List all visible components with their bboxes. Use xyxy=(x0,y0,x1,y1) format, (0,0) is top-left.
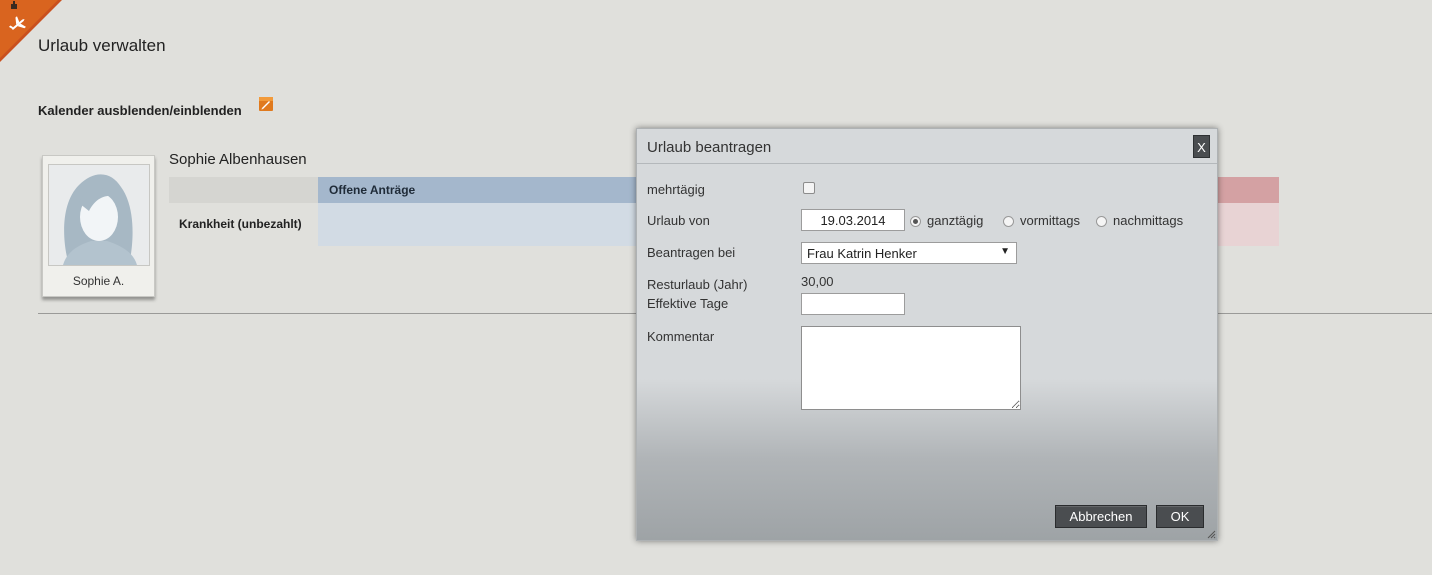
ok-button[interactable]: OK xyxy=(1156,505,1204,528)
effective-days-label: Effektive Tage xyxy=(647,296,729,311)
dialog-title: Urlaub beantragen xyxy=(647,139,772,156)
full-day-label: ganztägig xyxy=(927,213,984,228)
cancel-button[interactable]: Abbrechen xyxy=(1055,505,1147,528)
chevron-down-icon: ▼ xyxy=(1000,246,1010,257)
edit-icon[interactable] xyxy=(258,96,274,112)
multi-day-label: mehrtägig xyxy=(647,182,705,197)
page-title: Urlaub verwalten xyxy=(38,36,166,55)
full-day-radio[interactable] xyxy=(910,216,921,227)
column-header-open-requests: Offene Anträge xyxy=(318,177,636,203)
request-to-label: Beantragen bei xyxy=(647,245,736,260)
remaining-value: 30,00 xyxy=(801,274,834,289)
dialog-header[interactable]: Urlaub beantragen X xyxy=(637,129,1217,164)
morning-label: vormittags xyxy=(1020,213,1080,228)
multi-day-checkbox[interactable] xyxy=(803,182,815,194)
comment-textarea[interactable] xyxy=(801,326,1021,410)
toggle-calendar-link[interactable]: Kalender ausblenden/einblenden xyxy=(38,103,242,118)
employee-name: Sophie Albenhausen xyxy=(169,151,307,168)
afternoon-radio[interactable] xyxy=(1096,216,1107,227)
leave-request-dialog: Urlaub beantragen X mehrtägig Urlaub von… xyxy=(636,128,1218,541)
comment-label: Kommentar xyxy=(647,329,715,344)
resize-grip-icon[interactable] xyxy=(1206,529,1216,539)
avatar xyxy=(48,164,150,266)
approver-select-value: Frau Katrin Henker xyxy=(807,246,917,261)
table-header-spacer xyxy=(169,177,318,203)
employee-card-caption: Sophie A. xyxy=(72,274,125,288)
remaining-label: Resturlaub (Jahr) xyxy=(647,277,748,292)
table-cell-open-requests xyxy=(318,203,636,246)
from-label: Urlaub von xyxy=(647,213,710,228)
afternoon-label: nachmittags xyxy=(1113,213,1184,228)
approver-select[interactable]: Frau Katrin Henker ▼ xyxy=(801,242,1017,264)
from-date-input[interactable] xyxy=(801,209,905,231)
table-cell-red xyxy=(1216,203,1279,246)
employee-card[interactable]: Sophie A. xyxy=(42,155,155,297)
morning-radio[interactable] xyxy=(1003,216,1014,227)
effective-days-input[interactable] xyxy=(801,293,905,315)
column-header-red xyxy=(1216,177,1279,203)
close-button[interactable]: X xyxy=(1193,135,1210,158)
row-label-sickness: Krankheit (unbezahlt) xyxy=(179,217,302,231)
